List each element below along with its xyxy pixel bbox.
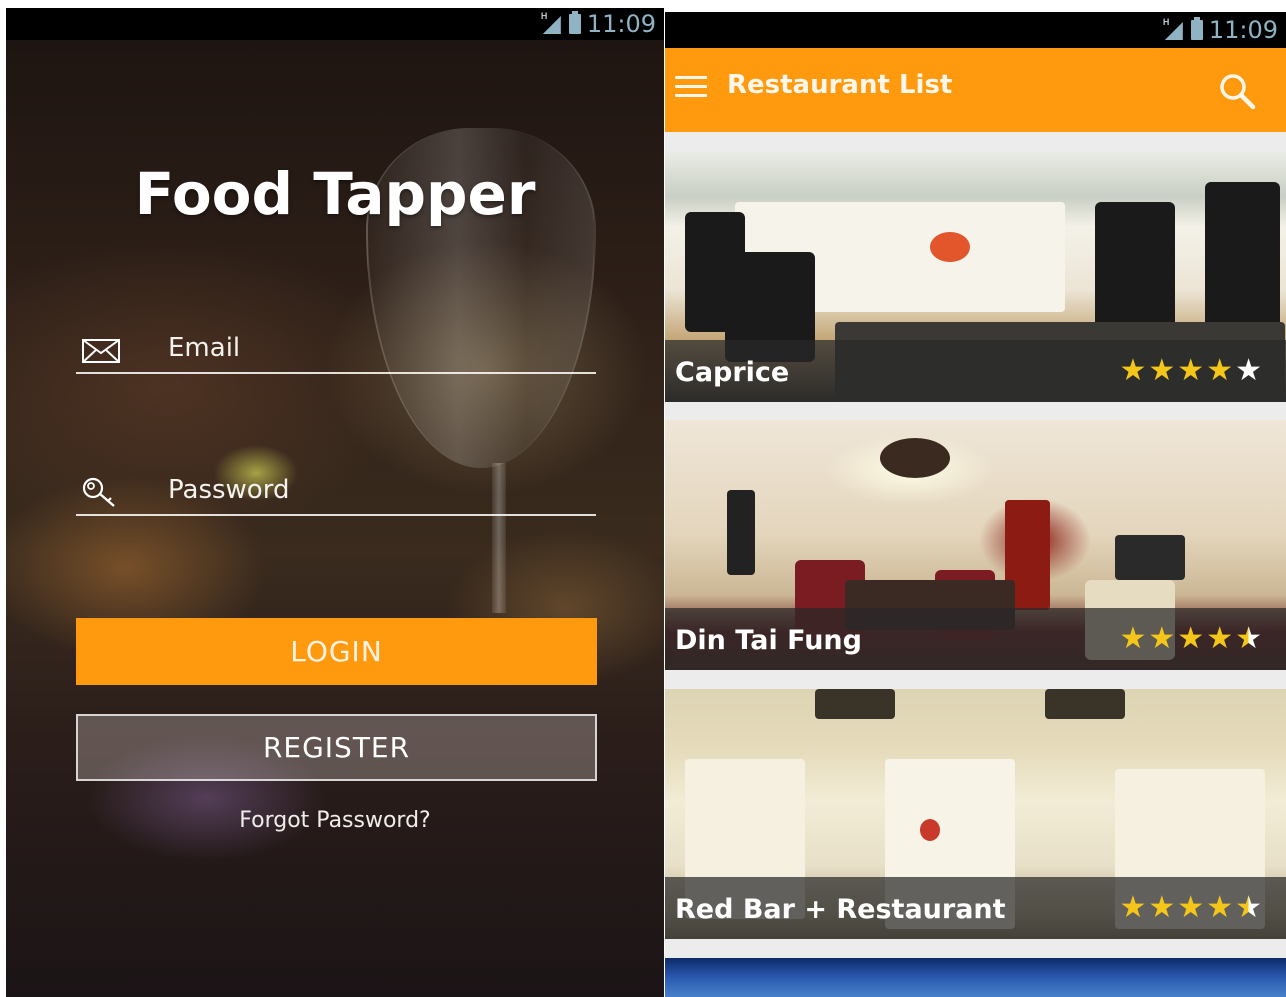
star-icon: ★: [1206, 621, 1234, 656]
rating-stars: ★ ★ ★ ★ ★: [1119, 624, 1262, 654]
star-icon: ★: [1119, 621, 1147, 656]
signal-icon: H: [1163, 17, 1185, 40]
email-input[interactable]: [168, 330, 588, 366]
login-screen: H 11:09 Food Tapper LOGIN REGISTER Forgo…: [6, 8, 664, 997]
star-icon: ★: [1177, 621, 1205, 656]
star-icon: ★: [1235, 890, 1262, 925]
envelope-icon: [82, 339, 120, 363]
password-input[interactable]: [168, 472, 588, 508]
star-icon: ★: [1235, 621, 1262, 656]
status-bar: H 11:09: [6, 8, 664, 40]
star-icon: ★: [1177, 890, 1205, 925]
restaurant-name: Din Tai Fung: [675, 625, 862, 656]
star-icon: ★: [1206, 353, 1234, 388]
status-time: 11:09: [1208, 16, 1278, 44]
restaurant-name: Red Bar + Restaurant: [675, 894, 1006, 925]
search-icon[interactable]: [1218, 72, 1256, 110]
battery-icon: [568, 11, 581, 34]
forgot-password-link[interactable]: Forgot Password?: [6, 808, 664, 833]
app-title: Food Tapper: [134, 160, 536, 228]
star-icon: ★: [1235, 353, 1262, 388]
restaurant-name: Caprice: [675, 357, 790, 388]
email-field[interactable]: [76, 324, 596, 374]
status-icons: H 11:09: [1163, 12, 1278, 48]
battery-icon: [1190, 17, 1203, 40]
restaurant-card[interactable]: Caprice ★ ★ ★ ★ ★: [665, 152, 1286, 402]
star-icon: ★: [1148, 890, 1176, 925]
status-icons: H 11:09: [541, 8, 656, 40]
rating-stars: ★ ★ ★ ★ ★: [1119, 356, 1262, 386]
star-icon: ★: [1119, 890, 1147, 925]
signal-icon: H: [541, 11, 563, 34]
restaurant-list-screen: H 11:09 Restaurant List Caprice ★ ★ ★ ★ ★: [665, 12, 1286, 997]
register-button[interactable]: REGISTER: [76, 714, 597, 781]
star-icon: ★: [1177, 353, 1205, 388]
star-icon: ★: [1206, 890, 1234, 925]
key-icon: [82, 477, 115, 507]
restaurant-photo: [665, 958, 1286, 997]
star-icon: ★: [1119, 353, 1147, 388]
login-button[interactable]: LOGIN: [76, 618, 597, 685]
password-field[interactable]: [76, 466, 596, 516]
restaurant-card[interactable]: Din Tai Fung ★ ★ ★ ★ ★: [665, 420, 1286, 670]
status-bar: H 11:09: [665, 12, 1286, 48]
restaurant-card-partial[interactable]: [665, 958, 1286, 997]
restaurant-card[interactable]: Red Bar + Restaurant ★ ★ ★ ★ ★: [665, 689, 1286, 939]
menu-icon[interactable]: [675, 76, 707, 100]
toolbar: Restaurant List: [665, 48, 1286, 132]
star-icon: ★: [1148, 621, 1176, 656]
toolbar-title: Restaurant List: [727, 70, 953, 100]
star-icon: ★: [1148, 353, 1176, 388]
status-time: 11:09: [586, 10, 656, 38]
rating-stars: ★ ★ ★ ★ ★: [1119, 893, 1262, 923]
